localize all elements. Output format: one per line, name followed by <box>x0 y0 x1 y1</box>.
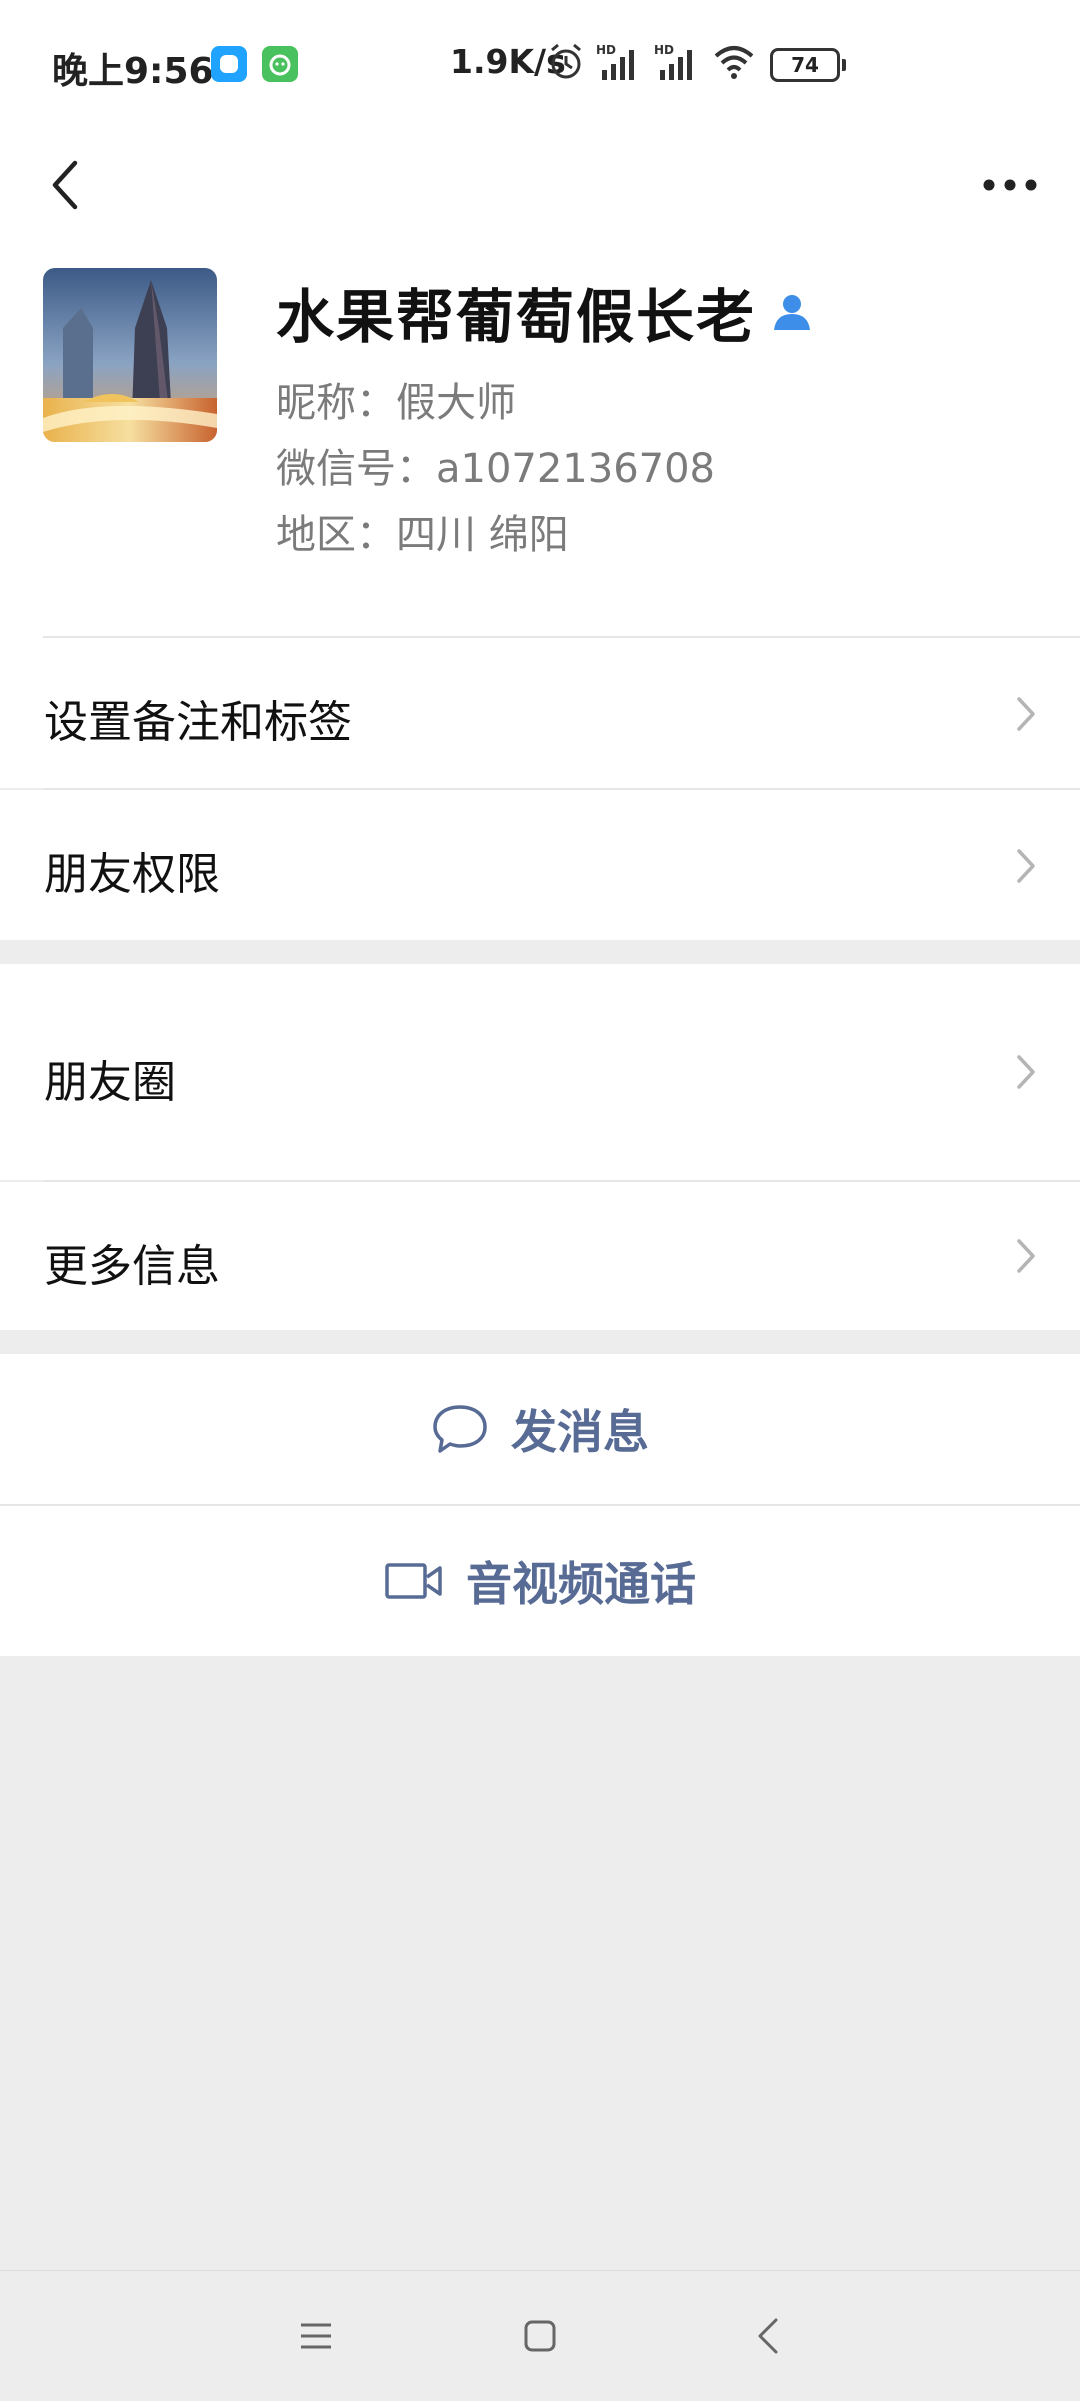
home-square-icon <box>524 2320 556 2352</box>
app-blue-icon <box>211 46 247 82</box>
person-badge-icon <box>774 295 811 330</box>
more-icon <box>983 179 1037 191</box>
avatar-image <box>43 268 217 442</box>
nickname-text: 昵称：假大师 <box>276 380 516 426</box>
moments-row[interactable]: 朋友圈 <box>0 964 1080 1180</box>
wifi-icon <box>714 46 754 79</box>
friend-permissions-row[interactable]: 朋友权限 <box>0 790 1080 940</box>
chevron-right-icon <box>1017 697 1035 731</box>
battery-icon: 74 <box>770 48 846 82</box>
back-button[interactable] <box>30 130 100 240</box>
alarm-icon <box>551 43 581 79</box>
chevron-right-icon <box>1017 1055 1035 1089</box>
system-navigation-bar <box>0 2270 1080 2401</box>
more-info-label: 更多信息 <box>44 1241 220 1292</box>
menu-icon <box>301 2323 331 2349</box>
recent-apps-button[interactable] <box>256 2271 376 2401</box>
svg-text:HD: HD <box>596 43 616 57</box>
moments-label: 朋友圈 <box>44 1057 176 1108</box>
home-button[interactable] <box>480 2271 600 2401</box>
app-green-icon <box>262 46 298 82</box>
back-triangle-icon <box>758 2318 778 2354</box>
send-message-button[interactable]: 发消息 <box>0 1354 1080 1504</box>
signal-hd-icon: HD <box>596 43 634 80</box>
signal-hd-icon: HD <box>654 43 692 80</box>
avatar[interactable] <box>43 268 217 442</box>
remarks-tags-row[interactable]: 设置备注和标签 <box>0 638 1080 788</box>
navigation-bar <box>0 130 1080 240</box>
video-call-button[interactable]: 音视频通话 <box>0 1506 1080 1656</box>
friend-permissions-label: 朋友权限 <box>44 849 220 900</box>
remarks-tags-label: 设置备注和标签 <box>44 697 352 748</box>
profile-card: 水果帮葡萄假长老 昵称：假大师 微信号：a1072136708 地区：四川 绵阳 <box>0 240 1080 638</box>
wechat-id-text: 微信号：a1072136708 <box>276 446 716 492</box>
status-time: 晚上9:56 <box>52 51 214 92</box>
chevron-right-icon <box>1017 1239 1035 1273</box>
send-message-label: 发消息 <box>511 1405 649 1459</box>
video-call-label: 音视频通话 <box>466 1557 696 1611</box>
more-button[interactable] <box>970 130 1050 240</box>
system-back-button[interactable] <box>708 2271 828 2401</box>
chat-bubble-icon <box>433 1405 487 1453</box>
region-text: 地区：四川 绵阳 <box>276 512 569 558</box>
profile-name: 水果帮葡萄假长老 <box>276 283 757 351</box>
battery-level: 74 <box>791 53 819 77</box>
chevron-right-icon <box>1017 849 1035 883</box>
video-camera-icon <box>385 1563 442 1599</box>
back-icon <box>52 160 78 210</box>
more-info-row[interactable]: 更多信息 <box>0 1182 1080 1330</box>
svg-text:HD: HD <box>654 43 674 57</box>
status-bar: 晚上9:56 1.9K/s HD HD 74 <box>0 0 1080 130</box>
